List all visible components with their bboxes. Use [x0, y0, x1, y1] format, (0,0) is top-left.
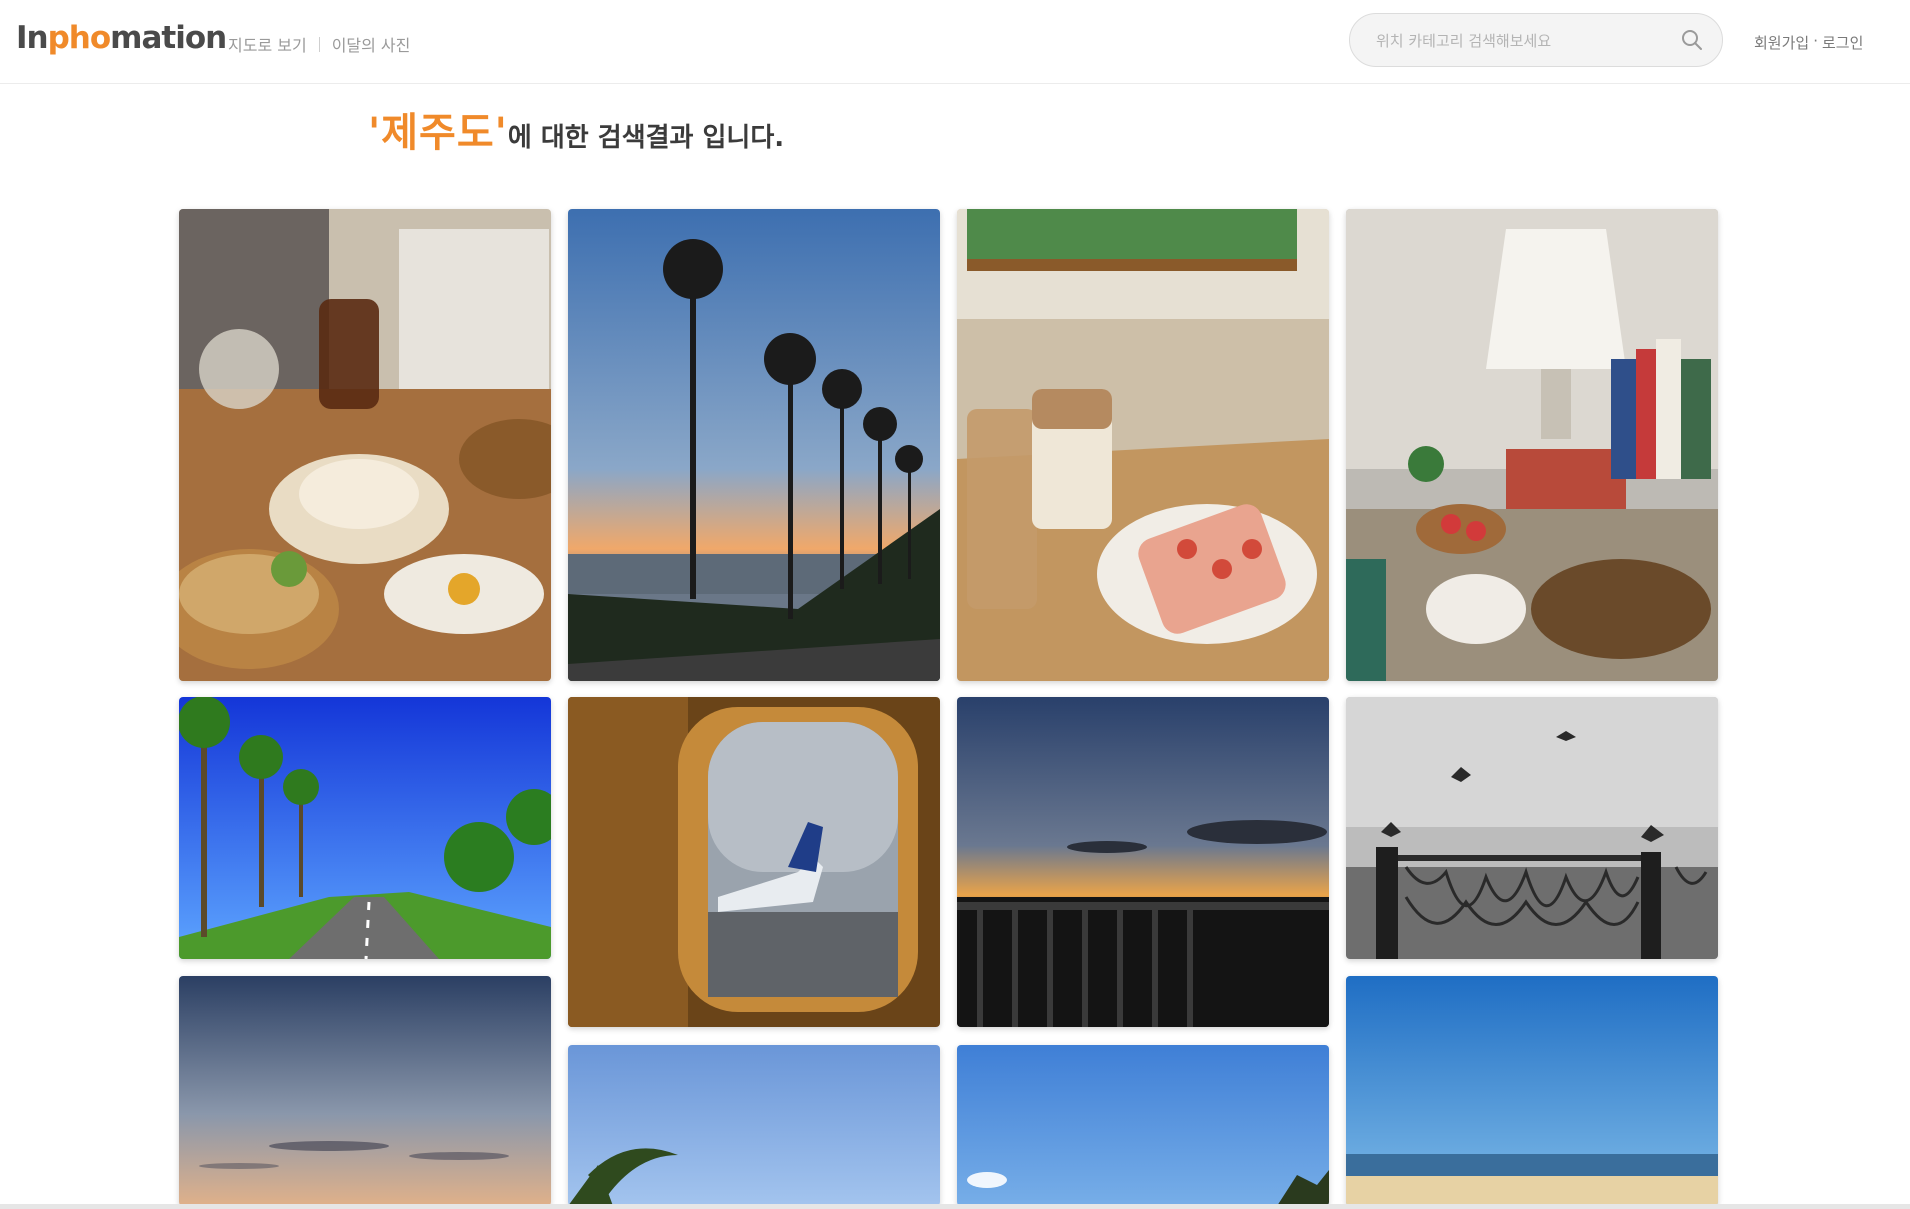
site-logo[interactable]: Inphomation — [16, 20, 227, 56]
auth-links: 회원가입 · 로그인 — [1754, 32, 1863, 53]
nav-divider — [318, 36, 320, 52]
logo-accent: pho — [47, 20, 112, 56]
signup-link[interactable]: 회원가입 — [1754, 32, 1809, 53]
photo-lamp-books[interactable] — [1346, 209, 1718, 681]
main-nav: 지도로 보기 이달의 사진 — [228, 32, 410, 56]
search-result-suffix: 에 대한 검색결과 입니다. — [507, 123, 785, 153]
search-query-term: '제주도' — [368, 110, 508, 156]
search-box — [1349, 13, 1723, 68]
photo-palm-road[interactable] — [179, 697, 551, 959]
logo-suffix: mation — [110, 20, 227, 56]
search-result-heading: '제주도'에 대한 검색결과 입니다. — [368, 100, 784, 158]
page-bottom-edge — [0, 1204, 1910, 1209]
search-icon[interactable] — [1680, 28, 1704, 52]
auth-separator: · — [1813, 32, 1818, 50]
photo-blue-sky-beach[interactable] — [1346, 976, 1718, 1206]
photo-blue-sky-clouds[interactable] — [957, 1045, 1329, 1206]
photo-cafe-brunch[interactable] — [179, 209, 551, 681]
photo-palm-sunset[interactable] — [568, 209, 940, 681]
photo-airplane-window[interactable] — [568, 697, 940, 1027]
nav-map-view-link[interactable]: 지도로 보기 — [228, 32, 307, 56]
photo-blue-sky-palm[interactable] — [568, 1045, 940, 1206]
top-header: Inphomation 지도로 보기 이달의 사진 회원가입 · 로그인 — [0, 0, 1910, 84]
photo-latte-toast[interactable] — [957, 209, 1329, 681]
photo-evening-sky[interactable] — [179, 976, 551, 1206]
search-input[interactable] — [1374, 14, 1668, 68]
logo-prefix: In — [16, 20, 49, 56]
nav-monthly-photo-link[interactable]: 이달의 사진 — [332, 32, 411, 56]
photo-dusk-railing[interactable] — [957, 697, 1329, 1027]
photo-seagulls-fence[interactable] — [1346, 697, 1718, 959]
login-link[interactable]: 로그인 — [1822, 32, 1863, 53]
